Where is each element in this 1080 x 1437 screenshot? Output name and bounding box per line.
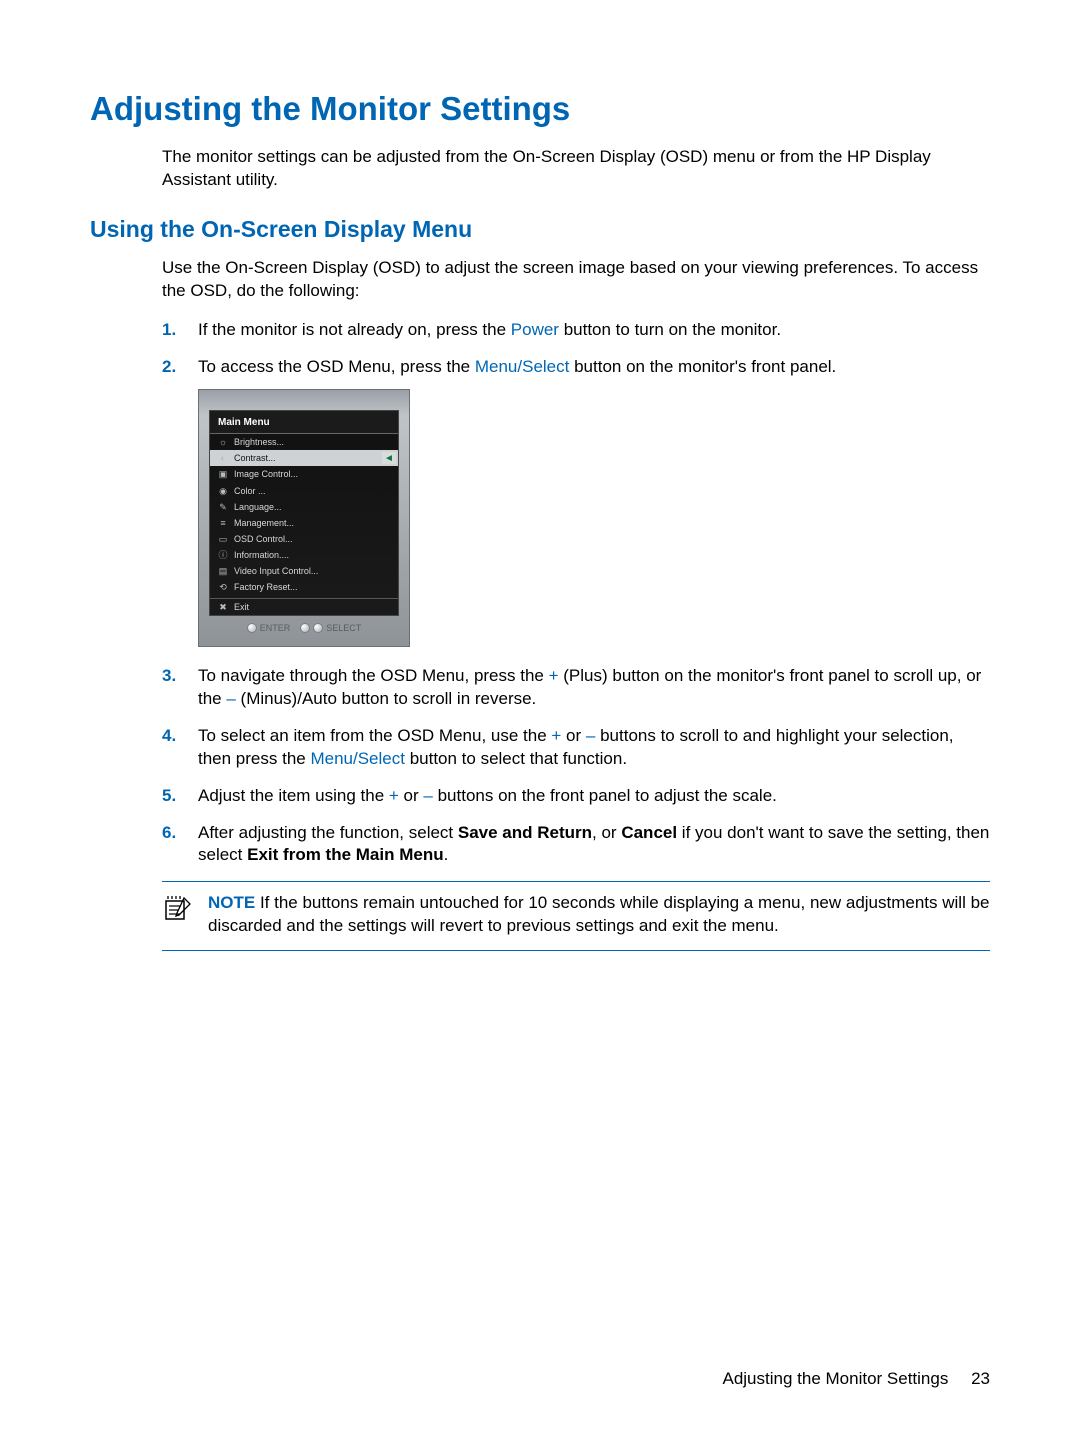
power-button-ref: Power: [511, 320, 559, 339]
step-3: 3. To navigate through the OSD Menu, pre…: [162, 665, 990, 711]
step-text-tail: .: [444, 845, 449, 864]
footer-text: Adjusting the Monitor Settings: [722, 1369, 948, 1388]
factory-reset-icon: ⟲: [218, 582, 228, 592]
step-text: To navigate through the OSD Menu, press …: [198, 666, 549, 685]
osd-item-information: ⓘ Information....: [210, 547, 398, 563]
osd-item-osd-control: ▭ OSD Control...: [210, 531, 398, 547]
osd-enter-button: ENTER: [247, 622, 291, 634]
step-5: 5. Adjust the item using the + or – butt…: [162, 785, 990, 808]
osd-select-button: SELECT: [300, 622, 361, 634]
step-number: 3.: [162, 665, 176, 688]
osd-menu-title: Main Menu: [210, 411, 398, 435]
step-text-mid: , or: [592, 823, 621, 842]
cancel-ref: Cancel: [621, 823, 677, 842]
note-body: If the buttons remain untouched for 10 s…: [208, 893, 990, 935]
steps-list: 1. If the monitor is not already on, pre…: [162, 319, 990, 868]
minus-ref: –: [423, 786, 432, 805]
brightness-icon: ☼: [218, 437, 228, 447]
osd-item-image-control: ▣ Image Control...: [210, 466, 398, 482]
step-number: 5.: [162, 785, 176, 808]
osd-bottom-buttons: ENTER SELECT: [199, 616, 409, 636]
osd-button-label: SELECT: [326, 622, 361, 634]
page-footer: Adjusting the Monitor Settings 23: [722, 1369, 990, 1389]
osd-item-label: Contrast...: [234, 452, 276, 464]
image-control-icon: ▣: [218, 469, 228, 479]
step-text-mid: or: [561, 726, 586, 745]
menu-select-ref: Menu/Select: [475, 357, 570, 376]
circle-icon: [313, 623, 323, 633]
osd-item-label: Information....: [234, 549, 289, 561]
contrast-icon: ◐: [218, 453, 228, 463]
osd-screenshot: Main Menu ☼ Brightness... ◐ Contrast... ◄ ▣…: [198, 389, 990, 647]
minus-ref: –: [586, 726, 595, 745]
section-heading-osd: Using the On-Screen Display Menu: [90, 216, 990, 243]
osd-button-label: ENTER: [260, 622, 291, 634]
step-number: 6.: [162, 822, 176, 845]
osd-item-label: Factory Reset...: [234, 581, 298, 593]
step-number: 1.: [162, 319, 176, 342]
video-input-icon: ▤: [218, 566, 228, 576]
osd-item-label: Exit: [234, 601, 249, 613]
osd-item-label: Image Control...: [234, 468, 298, 480]
management-icon: ≡: [218, 518, 228, 528]
osd-control-icon: ▭: [218, 534, 228, 544]
color-icon: ◉: [218, 486, 228, 496]
osd-panel: Main Menu ☼ Brightness... ◐ Contrast... ◄ ▣…: [198, 389, 410, 647]
step-2: 2. To access the OSD Menu, press the Men…: [162, 356, 990, 647]
step-number: 2.: [162, 356, 176, 379]
exit-icon: ✖: [218, 602, 228, 612]
step-text-tail: buttons on the front panel to adjust the…: [433, 786, 777, 805]
information-icon: ⓘ: [218, 550, 228, 560]
note-icon: [162, 892, 194, 938]
step-text-mid: or: [399, 786, 424, 805]
note-text: NOTE If the buttons remain untouched for…: [208, 892, 990, 938]
osd-item-label: Management...: [234, 517, 294, 529]
save-return-ref: Save and Return: [458, 823, 592, 842]
osd-item-language: ✎ Language...: [210, 499, 398, 515]
osd-item-label: Video Input Control...: [234, 565, 318, 577]
step-text: To access the OSD Menu, press the: [198, 357, 475, 376]
language-icon: ✎: [218, 502, 228, 512]
step-text-tail: (Minus)/Auto button to scroll in reverse…: [236, 689, 536, 708]
step-text-tail: button on the monitor's front panel.: [569, 357, 836, 376]
step-1: 1. If the monitor is not already on, pre…: [162, 319, 990, 342]
step-text: Adjust the item using the: [198, 786, 389, 805]
osd-item-exit: ✖ Exit: [210, 598, 398, 615]
plus-ref: +: [551, 726, 561, 745]
step-text: To select an item from the OSD Menu, use…: [198, 726, 551, 745]
circle-icon: [300, 623, 310, 633]
intro-paragraph: The monitor settings can be adjusted fro…: [162, 146, 990, 192]
osd-item-contrast: ◐ Contrast... ◄: [210, 450, 398, 466]
plus-ref: +: [389, 786, 399, 805]
osd-item-video-input: ▤ Video Input Control...: [210, 563, 398, 579]
page-title: Adjusting the Monitor Settings: [90, 90, 990, 128]
osd-item-color: ◉ Color ...: [210, 483, 398, 499]
minus-ref: –: [226, 689, 235, 708]
circle-icon: [247, 623, 257, 633]
osd-item-brightness: ☼ Brightness...: [210, 434, 398, 450]
osd-item-label: Color ...: [234, 485, 266, 497]
osd-item-management: ≡ Management...: [210, 515, 398, 531]
exit-main-menu-ref: Exit from the Main Menu: [247, 845, 443, 864]
selection-arrow-icon: ◄: [382, 452, 396, 464]
menu-select-ref: Menu/Select: [310, 749, 405, 768]
section-intro: Use the On-Screen Display (OSD) to adjus…: [162, 257, 990, 303]
osd-item-label: OSD Control...: [234, 533, 293, 545]
step-number: 4.: [162, 725, 176, 748]
osd-item-label: Brightness...: [234, 436, 284, 448]
step-text-tail: button to turn on the monitor.: [559, 320, 781, 339]
step-text: After adjusting the function, select: [198, 823, 458, 842]
step-4: 4. To select an item from the OSD Menu, …: [162, 725, 990, 771]
plus-ref: +: [549, 666, 559, 685]
osd-menu-items: ☼ Brightness... ◐ Contrast... ◄ ▣ Image Cont…: [210, 434, 398, 615]
note-callout: NOTE If the buttons remain untouched for…: [162, 881, 990, 951]
osd-item-label: Language...: [234, 501, 282, 513]
note-label: NOTE: [208, 893, 255, 912]
osd-item-factory-reset: ⟲ Factory Reset...: [210, 579, 398, 595]
step-text: If the monitor is not already on, press …: [198, 320, 511, 339]
page-number: 23: [971, 1369, 990, 1388]
step-6: 6. After adjusting the function, select …: [162, 822, 990, 868]
step-text-tail: button to select that function.: [405, 749, 627, 768]
